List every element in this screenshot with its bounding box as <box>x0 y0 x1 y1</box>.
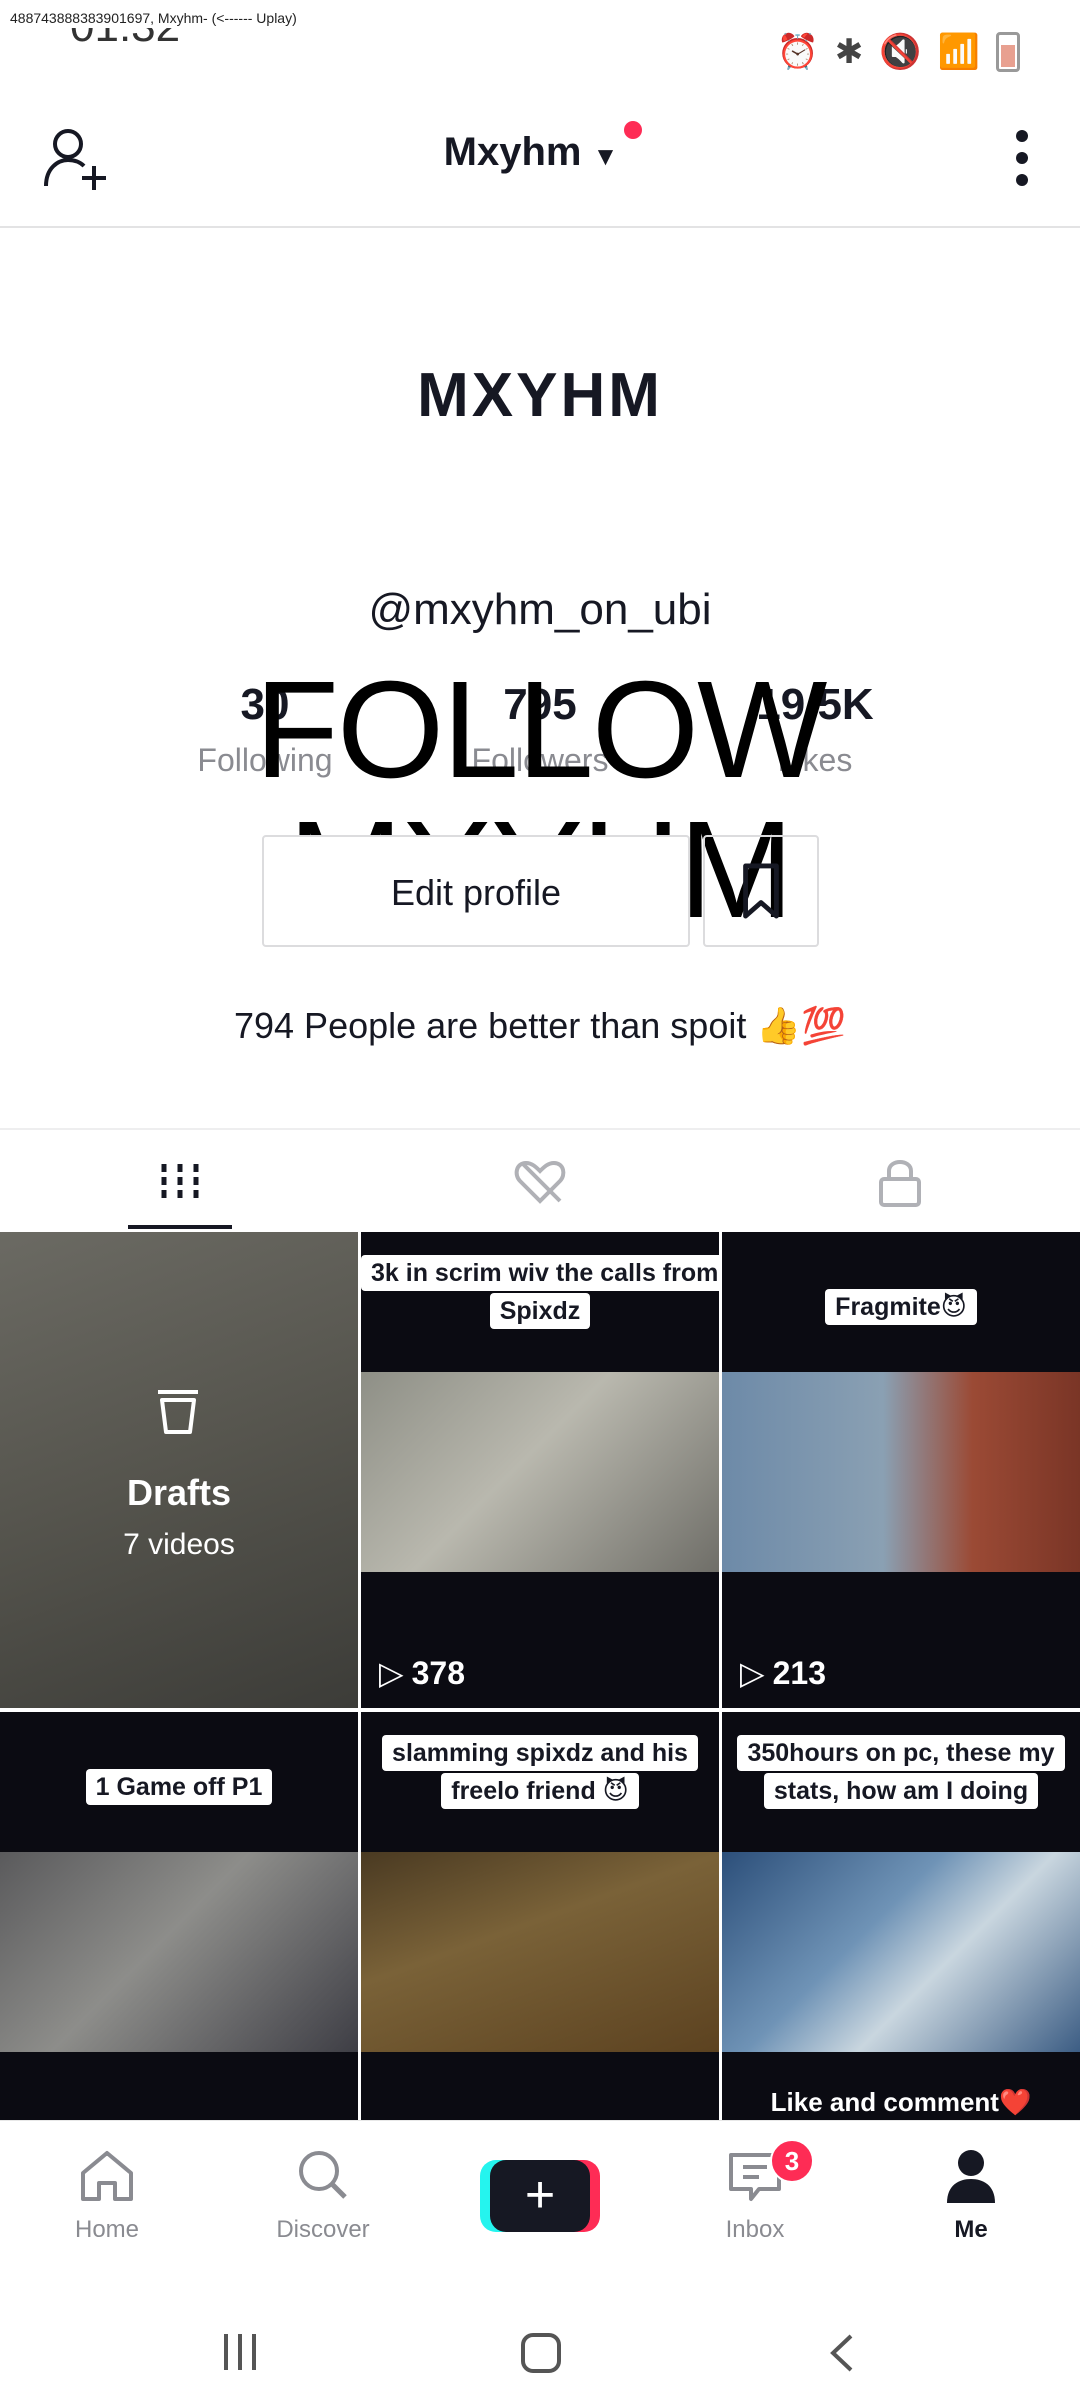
video-tile[interactable]: 1 Game off P1 <box>0 1712 358 2122</box>
tab-liked[interactable] <box>360 1130 720 1234</box>
alarm-icon: ⏰ <box>776 33 819 71</box>
nav-label: Discover <box>276 2216 370 2243</box>
profile-bio: 794 People are better than spoit 👍💯 <box>233 1005 847 1046</box>
view-count: ▷ 213 <box>740 1654 826 1692</box>
nav-label: Inbox <box>725 2216 785 2243</box>
video-caption: 3k in scrim wiv the calls from Spixdz <box>361 1254 719 1330</box>
recent-apps-icon[interactable] <box>220 2332 260 2372</box>
profile-tabs <box>0 1128 1080 1234</box>
mute-icon: 🔇 <box>879 33 922 71</box>
video-tile[interactable]: slamming spixdz and his freelo friend 😈 <box>361 1712 719 2122</box>
video-grid: Drafts 7 videos 3k in scrim wiv the call… <box>0 1232 1080 2122</box>
video-tile[interactable]: 3k in scrim wiv the calls from Spixdz ▷ 3… <box>361 1232 719 1708</box>
play-icon: ▷ <box>740 1655 765 1691</box>
grid-icon <box>161 1164 199 1200</box>
drafts-count: 7 videos <box>123 1528 235 1561</box>
create-button[interactable]: + <box>480 2160 600 2232</box>
chevron-down-icon: ▼ <box>592 141 619 171</box>
plus-icon: + <box>490 2160 590 2232</box>
screenshot-caption: 4887438883839016​97, Mxyhm- (<------ Upl… <box>10 10 297 26</box>
play-icon: ▷ <box>379 1655 404 1691</box>
status-icons: ⏰ ✱ 🔇 📶 <box>776 32 1020 72</box>
nav-me[interactable]: Me <box>896 2147 1046 2244</box>
status-clock: 01:32 <box>70 28 180 74</box>
video-thumbnail <box>722 1372 1080 1572</box>
nav-label: Home <box>74 2216 140 2243</box>
home-system-icon[interactable] <box>520 2332 562 2374</box>
nav-label: Me <box>954 2216 988 2243</box>
bluetooth-icon: ✱ <box>834 33 864 71</box>
search-icon <box>299 2151 347 2199</box>
nav-discover[interactable]: Discover <box>248 2147 398 2244</box>
hidden-heart-icon <box>514 1160 566 1204</box>
nav-inbox[interactable]: 3 Inbox <box>680 2139 830 2244</box>
drafts-label: Drafts <box>126 1472 232 1513</box>
drafts-tile[interactable]: Drafts 7 videos <box>0 1232 358 1708</box>
account-switcher[interactable]: Mxyhm ▼ <box>0 121 1080 175</box>
home-icon <box>81 2151 133 2201</box>
video-thumbnail <box>361 1852 719 2052</box>
lock-icon <box>879 1160 921 1207</box>
video-thumbnail <box>722 1852 1080 2052</box>
video-caption: 1 Game off P1 <box>0 1768 358 1806</box>
profile-header: Mxyhm ▼ <box>0 100 1080 228</box>
inbox-badge: 3 <box>770 2139 814 2183</box>
tab-indicator <box>128 1225 232 1229</box>
video-caption: 350hours on pc, these my stats, how am I… <box>722 1734 1080 1810</box>
video-thumbnail <box>361 1372 719 1572</box>
back-icon[interactable] <box>825 2332 857 2374</box>
video-tile[interactable]: 350hours on pc, these my stats, how am I… <box>722 1712 1080 2122</box>
tab-videos[interactable] <box>0 1130 360 1234</box>
video-caption: slamming spixdz and his freelo friend 😈 <box>361 1734 719 1810</box>
view-count: ▷ 378 <box>379 1654 465 1692</box>
favorites-button[interactable] <box>703 835 819 947</box>
account-name: Mxyhm <box>443 130 582 174</box>
video-tile[interactable]: Fragmite😈 ▷ 213 <box>722 1232 1080 1708</box>
profile-icon <box>947 2150 995 2203</box>
system-navigation <box>0 2280 1080 2400</box>
wifi-icon: 📶 <box>937 33 980 71</box>
video-thumbnail <box>0 1852 358 2052</box>
battery-icon <box>996 32 1020 72</box>
edit-profile-button[interactable]: Edit profile <box>262 835 690 947</box>
trash-icon <box>158 1390 198 1434</box>
video-bottom-caption: Like and comment❤️ <box>770 2087 1032 2117</box>
nav-home[interactable]: Home <box>32 2147 182 2244</box>
profile-display-name: MXYHM <box>417 361 663 430</box>
bookmark-icon <box>743 863 779 919</box>
tab-private[interactable] <box>720 1130 1080 1234</box>
video-caption: Fragmite😈 <box>722 1288 1080 1326</box>
more-options-icon[interactable] <box>1016 130 1030 196</box>
notification-dot <box>624 121 643 139</box>
profile-handle: @mxyhm_on_ubi <box>368 585 712 634</box>
